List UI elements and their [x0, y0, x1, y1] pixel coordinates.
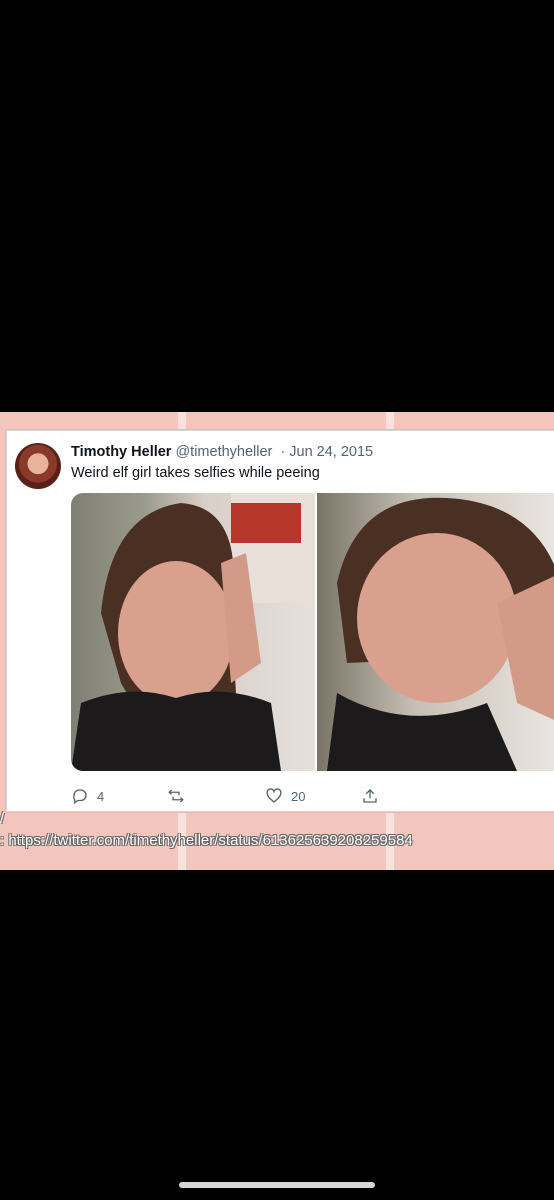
tweet-header: Timothy Heller @timethyheller · Jun 24, 2…	[71, 444, 373, 460]
tweet-date[interactable]: · Jun 24, 2015	[280, 444, 373, 460]
screenshot-band: Timothy Heller @timethyheller · Jun 24, 2…	[0, 412, 554, 870]
tweet-actions: 4 20	[71, 787, 391, 807]
author-name[interactable]: Timothy Heller	[71, 444, 171, 460]
reply-icon	[73, 789, 87, 805]
selfie-photo-1[interactable]	[71, 493, 315, 771]
overlay-slash: /	[0, 810, 5, 827]
reply-count: 4	[97, 788, 105, 804]
retweet-icon	[168, 789, 184, 803]
like-count: 20	[291, 788, 306, 804]
reply-button[interactable]: 4	[71, 787, 104, 805]
retweet-button[interactable]	[167, 787, 185, 805]
like-button[interactable]: 20	[265, 787, 305, 805]
source-url-caption: : https://twitter.com/timethyheller/stat…	[0, 832, 413, 849]
tweet-card[interactable]: Timothy Heller @timethyheller · Jun 24, 2…	[6, 430, 554, 812]
avatar[interactable]	[15, 443, 61, 489]
like-icon	[266, 788, 282, 803]
selfie-photo-2[interactable]	[317, 493, 554, 771]
home-indicator[interactable]	[179, 1182, 375, 1188]
share-button[interactable]	[361, 787, 379, 805]
tweet-media[interactable]	[71, 493, 554, 771]
tweet-text: Weird elf girl takes selfies while peein…	[71, 465, 320, 481]
share-icon	[363, 789, 377, 803]
author-handle[interactable]: @timethyheller	[175, 444, 272, 460]
